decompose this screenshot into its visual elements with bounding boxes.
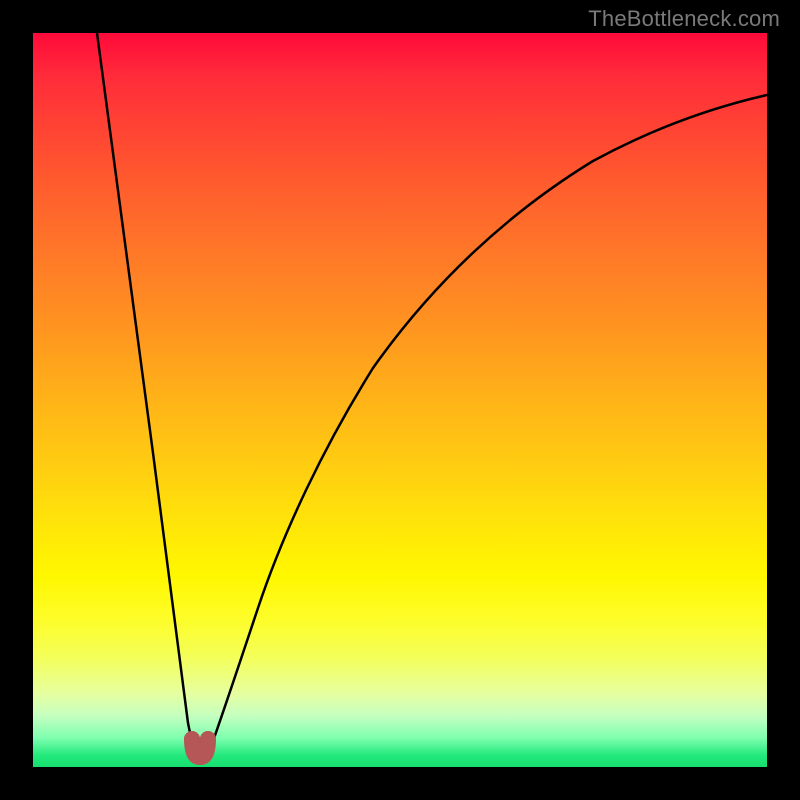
watermark-text: TheBottleneck.com bbox=[588, 6, 780, 32]
chart-frame: TheBottleneck.com bbox=[0, 0, 800, 800]
marker-dot-left bbox=[184, 731, 200, 747]
curve-layer bbox=[33, 33, 767, 767]
bottleneck-curve bbox=[97, 33, 767, 755]
marker-dot-right bbox=[200, 731, 216, 747]
plot-area bbox=[33, 33, 767, 767]
